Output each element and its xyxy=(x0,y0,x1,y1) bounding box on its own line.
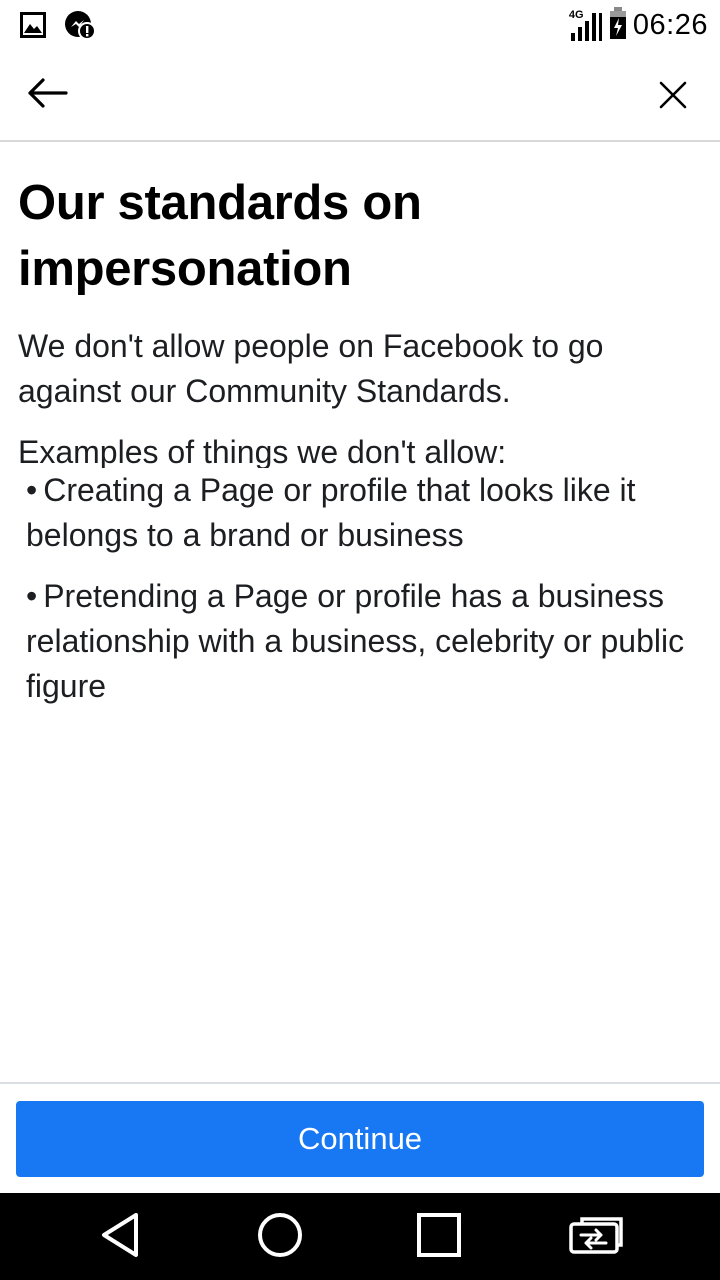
list-item: • Creating a Page or profile that looks l… xyxy=(26,468,698,558)
list-item-text: Creating a Page or profile that looks li… xyxy=(26,472,636,553)
system-recents-button[interactable] xyxy=(413,1211,465,1263)
bullet-dot: • xyxy=(26,578,38,614)
switch-app-icon xyxy=(568,1215,624,1260)
arrow-left-icon xyxy=(26,77,68,114)
top-nav xyxy=(0,50,720,142)
status-bar: 4G 06:26 xyxy=(0,0,720,50)
list-item-text: Pretending a Page or profile has a busin… xyxy=(26,578,685,704)
status-clock: 06:26 xyxy=(632,9,708,41)
battery-charging-icon xyxy=(609,6,627,45)
recents-square-icon xyxy=(416,1212,462,1263)
back-button[interactable] xyxy=(22,72,72,118)
status-right-icons: 4G 06:26 xyxy=(569,6,708,45)
system-nav-bar xyxy=(0,1193,720,1280)
close-icon xyxy=(659,81,687,114)
system-home-button[interactable] xyxy=(254,1211,306,1263)
home-circle-icon xyxy=(256,1211,304,1264)
examples-heading: Examples of things we don't allow: xyxy=(18,434,507,468)
messenger-notification-icon xyxy=(64,10,96,45)
status-left-icons xyxy=(20,10,96,45)
back-triangle-icon xyxy=(98,1211,142,1264)
screen: 4G 06:26 Our standards on impersonation … xyxy=(0,0,720,1280)
close-button[interactable] xyxy=(650,74,696,120)
system-switch-app-button[interactable] xyxy=(568,1211,624,1263)
main-content: Our standards on impersonation We don't … xyxy=(18,170,698,709)
list-item: • Pretending a Page or profile has a busi… xyxy=(26,574,698,709)
signal-icon: 4G xyxy=(569,9,603,43)
footer-divider xyxy=(0,1082,720,1084)
system-back-button[interactable] xyxy=(94,1211,146,1263)
bullet-dot: • xyxy=(26,472,38,508)
image-icon xyxy=(20,12,46,43)
page-title: Our standards on impersonation xyxy=(18,176,422,296)
intro-text: We don't allow people on Facebook to go … xyxy=(18,328,604,409)
continue-button[interactable]: Continue xyxy=(16,1101,704,1177)
examples-list: • Creating a Page or profile that looks l… xyxy=(26,468,698,709)
